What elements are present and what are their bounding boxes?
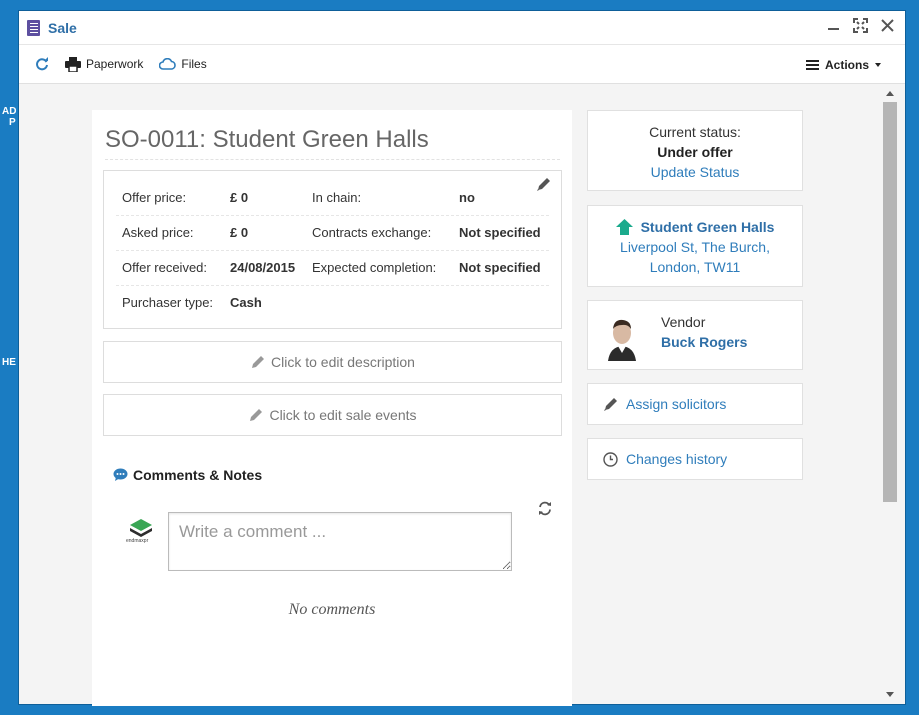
edit-description-button[interactable]: Click to edit description (103, 341, 562, 383)
files-button[interactable]: Files (159, 57, 207, 71)
pencil-icon (250, 408, 263, 421)
comments-heading: Comments & Notes (113, 467, 262, 483)
pencil-icon (537, 178, 550, 191)
offer-price-label: Offer price: (122, 190, 187, 205)
vendor-card: Vendor Buck Rogers (587, 300, 803, 370)
comment-input[interactable] (168, 512, 512, 571)
in-chain-value: no (459, 190, 475, 205)
edit-sale-events-button[interactable]: Click to edit sale events (103, 394, 562, 436)
window-title: Sale (48, 19, 77, 36)
avatar (608, 319, 636, 361)
vendor-role: Vendor (661, 314, 706, 330)
page-title: SO-0011: Student Green Halls (105, 126, 429, 153)
chat-bubble-icon (113, 468, 128, 481)
property-card: Student Green Halls Liverpool St, The Bu… (587, 205, 803, 287)
paperwork-label: Paperwork (86, 57, 144, 71)
divider (116, 250, 549, 251)
maximize-icon[interactable] (853, 18, 868, 34)
cloud-icon (159, 58, 177, 70)
edit-description-label: Click to edit description (271, 354, 415, 370)
sale-main-panel: SO-0011: Student Green Halls Offer price… (92, 110, 572, 706)
asked-price-label: Asked price: (122, 225, 194, 240)
refresh-comments-button[interactable] (538, 501, 552, 521)
status-card: Current status: Under offer Update Statu… (587, 110, 803, 191)
assign-solicitors-card: Assign solicitors (587, 383, 803, 425)
edit-details-button[interactable] (536, 177, 551, 197)
minimize-icon[interactable] (826, 18, 841, 34)
house-icon (615, 219, 633, 235)
title-bar: Sale (19, 11, 905, 44)
property-address-line1: Liverpool St, The Burch, (620, 239, 770, 255)
notebook-icon (27, 19, 40, 36)
divider (116, 215, 549, 216)
caret-down-icon (875, 63, 881, 67)
contracts-exchange-label: Contracts exchange: (312, 225, 432, 240)
contracts-exchange-value: Not specified (459, 225, 541, 240)
window-controls (826, 18, 895, 34)
actions-menu-button[interactable]: Actions (805, 58, 881, 72)
pencil-icon (252, 355, 265, 368)
changes-history-card: Changes history (587, 438, 803, 480)
offer-price-value: £ 0 (230, 190, 249, 205)
sale-details-box: Offer price: £ 0 In chain: no Asked pric… (103, 170, 562, 329)
refresh-icon (36, 57, 48, 71)
close-icon[interactable] (880, 18, 895, 34)
refresh-icon (539, 501, 551, 516)
divider (116, 285, 549, 286)
actions-label: Actions (824, 58, 869, 72)
empty-comments-message: No comments (288, 601, 376, 618)
purchaser-type-value: Cash (230, 295, 262, 310)
expected-completion-value: Not specified (459, 260, 541, 275)
divider (105, 159, 560, 160)
assign-solicitors-label: Assign solicitors (626, 396, 727, 412)
company-logo-text: endmaxpr (126, 538, 149, 544)
refresh-button[interactable] (35, 57, 49, 71)
changes-history-link[interactable]: Changes history (588, 439, 802, 479)
scroll-down-arrow[interactable] (886, 692, 894, 697)
offer-received-label: Offer received: (122, 260, 208, 275)
current-status-label: Current status: (649, 124, 741, 140)
background-text-fragment: HE (2, 357, 16, 368)
vertical-scrollbar[interactable] (883, 91, 897, 701)
menu-icon (805, 60, 819, 62)
update-status-link[interactable]: Update Status (588, 162, 802, 182)
scroll-up-arrow[interactable] (886, 91, 894, 96)
pencil-icon (604, 397, 617, 411)
in-chain-label: In chain: (312, 190, 362, 205)
clock-icon (603, 451, 618, 467)
vendor-name-link[interactable]: Buck Rogers (661, 334, 747, 350)
paperwork-button[interactable]: Paperwork (65, 56, 144, 72)
background-text-fragment: AD (2, 106, 17, 117)
files-label: Files (181, 57, 207, 71)
scrollbar-thumb[interactable] (883, 102, 897, 502)
property-name-link[interactable]: Student Green Halls (641, 217, 775, 237)
comments-title: Comments & Notes (133, 467, 263, 483)
edit-sale-events-label: Click to edit sale events (269, 407, 417, 423)
property-address-line2: London, TW11 (649, 259, 741, 275)
toolbar: Paperwork Files Actions (19, 44, 905, 84)
sale-window: Sale Paperwork Files Actions SO-0011: St… (18, 10, 906, 706)
asked-price-value: £ 0 (230, 225, 249, 240)
current-status-value: Under offer (657, 144, 733, 160)
changes-history-label: Changes history (626, 451, 728, 467)
purchaser-type-label: Purchaser type: (122, 295, 214, 310)
printer-icon (65, 56, 81, 72)
assign-solicitors-link[interactable]: Assign solicitors (588, 384, 802, 424)
background-text-fragment: P (9, 117, 16, 128)
expected-completion-label: Expected completion: (312, 260, 437, 275)
offer-received-value: 24/08/2015 (230, 260, 296, 275)
